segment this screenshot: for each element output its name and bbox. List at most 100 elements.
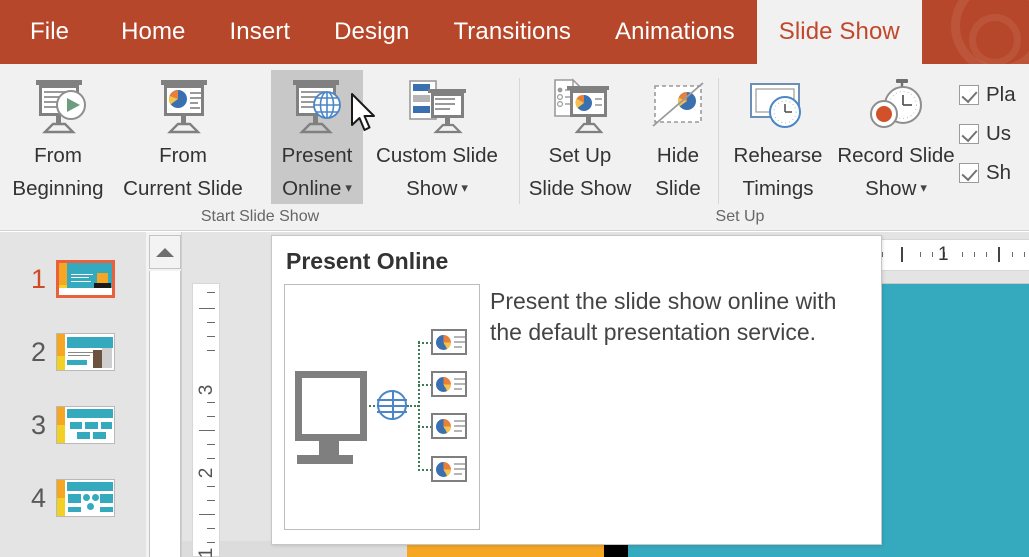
tab-file[interactable]: File	[0, 0, 99, 64]
button-label-line2: Slide Show	[529, 173, 632, 204]
tooltip-description: Present the slide show online with the d…	[490, 286, 865, 348]
decorative-circle	[969, 14, 1021, 64]
set-up-slide-show-button[interactable]: Set Up Slide Show	[524, 70, 636, 204]
ribbon-tab-strip: File Home Insert Design Transitions Anim…	[0, 0, 1029, 64]
slide-thumbnails-pane[interactable]: 1 2	[0, 232, 146, 557]
setup-slideshow-icon	[545, 76, 615, 138]
ruler-tick-major	[901, 247, 903, 262]
button-label-line1: Set Up	[549, 140, 612, 171]
from-current-slide-button[interactable]: From Current Slide	[108, 70, 258, 204]
powerpoint-window: 1 3 2 1 1	[0, 0, 1029, 557]
tab-transitions[interactable]: Transitions	[431, 0, 593, 64]
tab-home[interactable]: Home	[99, 0, 207, 64]
checkbox-label: Sh	[986, 161, 1011, 185]
button-label-line1: From	[159, 140, 207, 171]
ruler-tick-major	[199, 308, 215, 309]
button-label-text: Show	[406, 177, 457, 200]
ruler-tick	[920, 252, 921, 257]
tab-insert[interactable]: Insert	[208, 0, 313, 64]
thumbnail-preview[interactable]	[56, 260, 115, 298]
thumbnail-item-4[interactable]: 4	[16, 479, 115, 517]
button-label-line1: Hide	[657, 140, 699, 171]
ruler-tick	[207, 500, 215, 501]
button-label-line1: From	[34, 140, 82, 171]
checkbox-icon[interactable]	[959, 85, 979, 105]
thumbnail-item-3[interactable]: 3	[16, 406, 115, 444]
ruler-tick	[962, 252, 963, 257]
receiver-slide-icon	[431, 413, 467, 439]
button-label-line2: Slide	[655, 173, 701, 204]
button-label-line2: Beginning	[12, 173, 103, 204]
record-slideshow-icon	[861, 76, 931, 138]
custom-slide-show-button[interactable]: Custom Slide Show▾	[363, 70, 511, 204]
show-media-controls-checkbox-row[interactable]: Sh	[959, 156, 1029, 190]
ribbon-group-label: Start Slide Show	[0, 208, 520, 226]
screen-chart-icon	[148, 76, 218, 138]
present-online-button[interactable]: Present Online▾	[271, 70, 363, 204]
thumbnail-item-2[interactable]: 2	[16, 333, 115, 371]
horizontal-ruler[interactable]: 1	[875, 239, 1029, 271]
ruler-tick	[207, 486, 215, 487]
ruler-tick-major	[199, 430, 215, 431]
thumbnail-preview[interactable]	[56, 479, 115, 517]
present-online-tooltip: Present Online Present the slide show on…	[271, 235, 882, 545]
scrollbar-track[interactable]	[149, 271, 181, 557]
ruler-number: 1	[196, 539, 218, 557]
checkbox-label: Pla	[986, 83, 1016, 107]
ruler-number: 2	[196, 459, 218, 487]
slide-canvas[interactable]	[881, 283, 1029, 545]
chevron-down-icon[interactable]: ▾	[920, 178, 927, 198]
button-label-line2: Timings	[743, 173, 814, 204]
button-label-line1: Record Slide	[837, 140, 954, 171]
ruler-tick	[207, 322, 215, 323]
ruler-tick	[974, 252, 975, 257]
button-label-text: Show	[865, 177, 916, 200]
chevron-down-icon[interactable]: ▾	[345, 178, 352, 198]
receiver-slide-icon	[431, 456, 467, 482]
ruler-tick	[207, 416, 215, 417]
checkbox-label: Us	[986, 122, 1011, 146]
receiver-slide-icon	[431, 329, 467, 355]
thumbnail-preview[interactable]	[56, 333, 115, 371]
rehearse-timings-button[interactable]: Rehearse Timings	[723, 70, 833, 204]
rehearse-timings-icon	[743, 76, 813, 138]
ruler-tick-major	[998, 247, 1000, 262]
tab-slide-show[interactable]: Slide Show	[757, 0, 922, 64]
thumbnails-scrollbar[interactable]	[146, 232, 182, 557]
vertical-ruler[interactable]: 3 2 1	[192, 283, 220, 557]
from-beginning-button[interactable]: From Beginning	[8, 70, 108, 204]
record-slide-show-button[interactable]: Record Slide Show▾	[833, 70, 959, 204]
ruler-tick	[1012, 252, 1013, 257]
thumbnail-item-1[interactable]: 1	[16, 260, 115, 298]
globe-icon	[377, 390, 407, 420]
tab-animations[interactable]: Animations	[593, 0, 757, 64]
chevron-down-icon[interactable]: ▾	[461, 178, 468, 198]
button-label-line1: Present	[282, 140, 353, 171]
checkbox-icon[interactable]	[959, 124, 979, 144]
thumbnail-number: 4	[16, 483, 46, 514]
ruler-tick	[207, 402, 215, 403]
scroll-up-arrow-icon[interactable]	[149, 235, 181, 269]
ruler-tick	[1024, 252, 1025, 257]
button-label-line1: Custom Slide	[376, 140, 498, 171]
screen-play-icon	[23, 76, 93, 138]
ruler-number: 1	[938, 244, 949, 266]
monitor-icon	[295, 371, 367, 441]
checkbox-icon[interactable]	[959, 163, 979, 183]
ruler-tick	[207, 528, 215, 529]
ruler-tick-major	[199, 514, 215, 515]
ruler-tick	[207, 292, 215, 293]
play-narrations-checkbox-row[interactable]: Pla	[959, 78, 1029, 112]
thumbnail-preview[interactable]	[56, 406, 115, 444]
ruler-tick	[882, 252, 883, 257]
ribbon-tabs: File Home Insert Design Transitions Anim…	[0, 0, 922, 64]
button-label-line1: Rehearse	[734, 140, 823, 171]
hide-slide-button[interactable]: Hide Slide	[640, 70, 716, 204]
custom-show-icon	[402, 76, 472, 138]
button-label-line2: Online▾	[282, 173, 352, 204]
button-label-line2: Show▾	[865, 173, 927, 204]
tooltip-title: Present Online	[286, 248, 448, 275]
thumbnail-number: 3	[16, 410, 46, 441]
use-timings-checkbox-row[interactable]: Us	[959, 117, 1029, 151]
tab-design[interactable]: Design	[312, 0, 431, 64]
